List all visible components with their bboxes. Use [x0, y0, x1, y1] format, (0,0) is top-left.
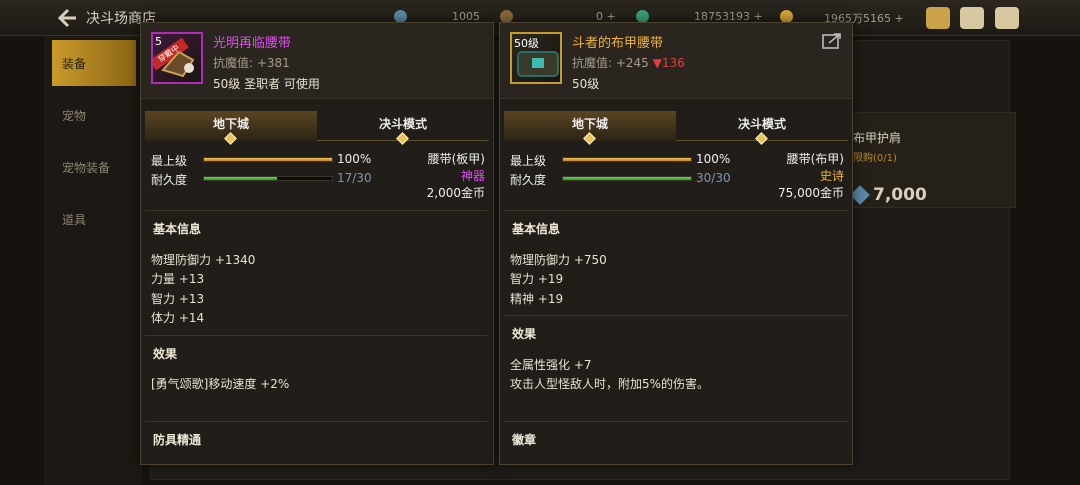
- share-icon[interactable]: [822, 33, 842, 49]
- effect-title: 效果: [153, 347, 178, 361]
- back-arrow-icon[interactable]: [54, 6, 78, 30]
- item-type: 腰带(板甲): [427, 152, 485, 166]
- gem-icon: [850, 185, 870, 205]
- item-requirement: 50级: [572, 77, 600, 91]
- tab-label: 决斗模式: [378, 117, 427, 131]
- sidebar-item-label: 宠物: [62, 109, 87, 123]
- stat-line: 力量 +13: [151, 272, 205, 286]
- durability-bar: [203, 176, 333, 181]
- sidebar-item-label: 装备: [62, 57, 87, 71]
- level-label: 最上级: [510, 154, 547, 168]
- sidebar-item-equipment[interactable]: 装备: [52, 40, 136, 86]
- resist-diff: ▼136: [652, 56, 685, 70]
- diamond-icon: [755, 132, 768, 145]
- mode-tabs: 地下城 决斗模式: [504, 111, 848, 145]
- stat-line: 智力 +13: [151, 292, 205, 306]
- tab-pvp[interactable]: 决斗模式: [317, 111, 489, 145]
- basic-info-title: 基本信息: [153, 222, 202, 236]
- bag-icon[interactable]: [926, 7, 950, 29]
- shop-item-name: 布甲护肩: [853, 131, 902, 145]
- sidebar-item-label: 宠物装备: [62, 161, 111, 175]
- item-rarity: 神器: [460, 169, 485, 183]
- item-name: 斗者的布甲腰带: [572, 36, 664, 51]
- tab-label: 地下城: [571, 117, 608, 131]
- tab-dungeon[interactable]: 地下城: [145, 111, 317, 145]
- diamond-icon: [396, 132, 409, 145]
- shop-item-card[interactable]: 布甲护肩 限购(0/1) 7,000: [850, 112, 1016, 208]
- durability-label: 耐久度: [510, 173, 547, 187]
- stat-line: 物理防御力 +750: [510, 253, 607, 267]
- level-label: 最上级: [151, 154, 188, 168]
- stat-line: 精神 +19: [510, 292, 564, 306]
- shop-item-price: 7,000: [873, 185, 927, 205]
- item-price: 2,000金币: [426, 186, 485, 200]
- sidebar-item-pets[interactable]: 宠物: [52, 92, 136, 138]
- magic-resist: 抗魔值: +245 ▼136: [572, 56, 685, 70]
- effect-line: [勇气颂歌]移动速度 +2%: [151, 377, 290, 391]
- item-rarity: 史诗: [819, 169, 844, 183]
- durability-value: 17/30: [337, 171, 372, 185]
- badge-title: 徽章: [512, 433, 537, 447]
- effect-title: 效果: [512, 327, 537, 341]
- stat-line: 物理防御力 +1340: [151, 253, 256, 267]
- basic-info-title: 基本信息: [512, 222, 561, 236]
- durability-value: 30/30: [696, 171, 731, 185]
- belt-icon: 5 穿戴中: [151, 32, 203, 84]
- tooltip-header: 50级 斗者的布甲腰带 抗魔值: +245 ▼136 50级: [500, 23, 852, 99]
- mode-tabs: 地下城 决斗模式: [145, 111, 489, 145]
- belt-icon: 50级: [510, 32, 562, 84]
- level-value: 100%: [337, 152, 372, 166]
- mail-icon[interactable]: [960, 7, 984, 29]
- durability-label: 耐久度: [151, 173, 188, 187]
- category-sidebar: 装备 宠物 宠物装备 道具: [44, 36, 142, 485]
- equipped-item-tooltip: 5 穿戴中 光明再临腰带 抗魔值: +381 50级 圣职者 可使用 地下城 决…: [140, 22, 494, 465]
- level-value: 100%: [696, 152, 731, 166]
- tab-dungeon[interactable]: 地下城: [504, 111, 676, 145]
- tab-label: 决斗模式: [737, 117, 786, 131]
- purchase-limit: 限购(0/1): [853, 153, 897, 164]
- item-price: 75,000金币: [778, 186, 844, 200]
- sidebar-item-label: 道具: [62, 213, 87, 227]
- tooltip-header: 5 穿戴中 光明再临腰带 抗魔值: +381 50级 圣职者 可使用: [141, 23, 493, 99]
- sidebar-item-items[interactable]: 道具: [52, 196, 136, 242]
- sidebar-item-pet-equipment[interactable]: 宠物装备: [52, 144, 136, 190]
- divider: [145, 421, 489, 422]
- item-name: 光明再临腰带: [213, 36, 292, 51]
- diamond-icon: [224, 132, 237, 145]
- level-bar: [562, 157, 692, 162]
- level-bar: [203, 157, 333, 162]
- divider: [145, 210, 489, 211]
- chat-icon[interactable]: [995, 7, 1019, 29]
- diamond-icon: [583, 132, 596, 145]
- tab-pvp[interactable]: 决斗模式: [676, 111, 848, 145]
- divider: [504, 210, 848, 211]
- divider: [504, 315, 848, 316]
- divider: [145, 335, 489, 336]
- durability-bar: [562, 176, 692, 181]
- effect-line: 全属性强化 +7: [510, 358, 592, 372]
- stat-line: 智力 +19: [510, 272, 564, 286]
- item-type: 腰带(布甲): [786, 152, 844, 166]
- divider: [504, 421, 848, 422]
- mastery-title: 防具精通: [153, 433, 202, 447]
- magic-resist: 抗魔值: +381: [213, 56, 290, 70]
- stat-line: 体力 +14: [151, 311, 205, 325]
- compare-item-tooltip: 50级 斗者的布甲腰带 抗魔值: +245 ▼136 50级 地下城 决斗模式 …: [499, 22, 853, 465]
- tab-label: 地下城: [212, 117, 249, 131]
- item-requirement: 50级 圣职者 可使用: [213, 77, 320, 91]
- effect-line: 攻击人型怪敌人时，附加5%的伤害。: [510, 377, 710, 391]
